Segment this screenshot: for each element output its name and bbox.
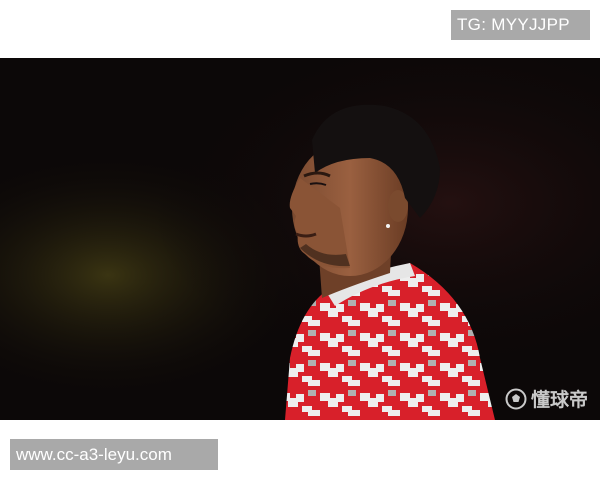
website-url-badge: www.cc-a3-leyu.com	[10, 439, 218, 470]
player-illustration	[0, 58, 600, 420]
watermark-text: 懂球帝	[530, 390, 588, 411]
player-photo: 懂球帝	[0, 58, 600, 420]
football-icon	[505, 388, 527, 409]
tg-contact-badge: TG: MYYJJPP	[451, 10, 590, 40]
dongqiudi-watermark: 懂球帝	[505, 385, 588, 412]
